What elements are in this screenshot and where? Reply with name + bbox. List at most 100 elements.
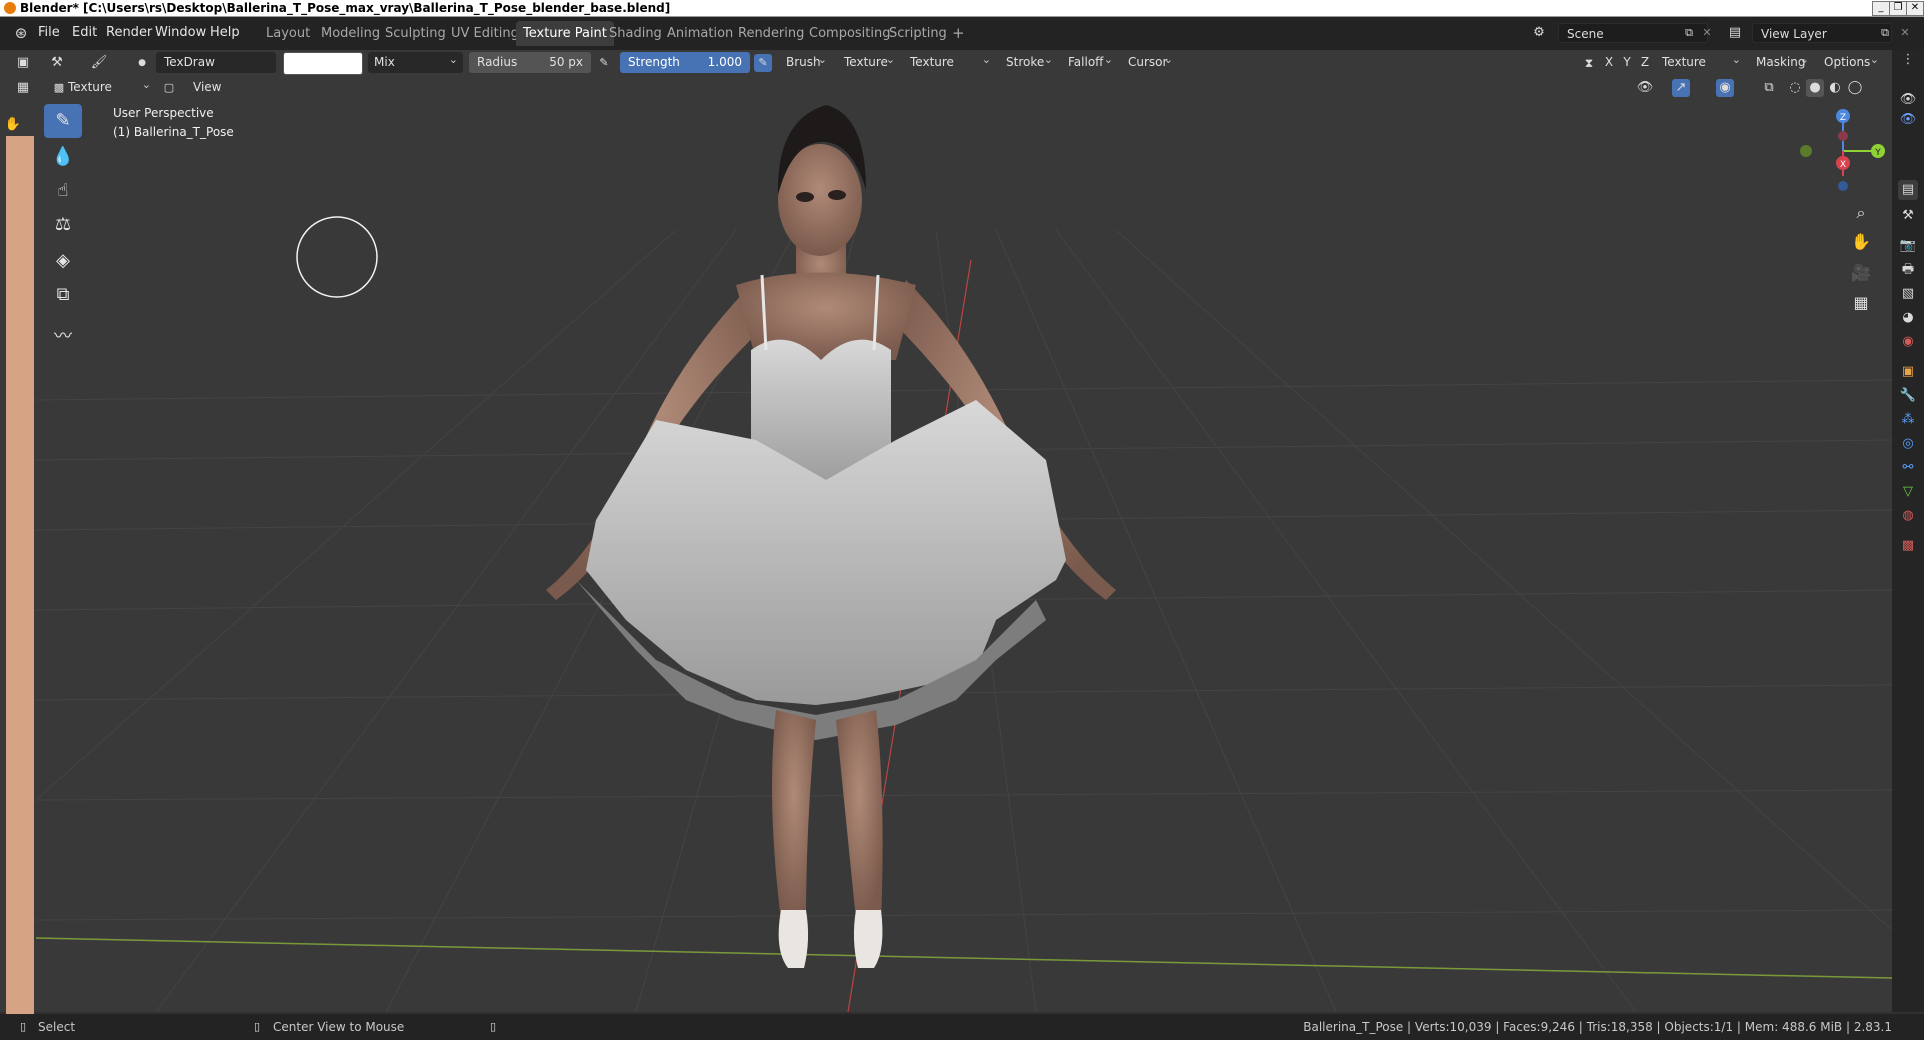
shading-solid-icon[interactable]: ● [1806,79,1824,97]
gizmo-neg-x-icon[interactable] [1838,131,1848,141]
cursor-menu[interactable]: Cursor [1122,49,1178,73]
masking-menu[interactable]: Masking [1750,49,1814,73]
render-tab-icon[interactable]: 📷 [1898,236,1918,256]
annotate-tool-icon[interactable]: 〰 [44,320,82,354]
brush-preview-icon[interactable]: ● [133,54,151,72]
minimize-icon[interactable]: _ [1872,1,1890,16]
tab-uv-editing[interactable]: UV Editing [444,21,526,46]
eye-active-icon[interactable]: 👁 [1898,110,1918,130]
brush-menu[interactable]: Brush [780,49,832,73]
tab-layout[interactable]: Layout [259,21,317,46]
radius-pressure-icon[interactable]: ✎ [595,54,613,72]
soften-tool-icon[interactable]: 💧 [44,140,82,174]
strength-slider[interactable]: Strength 1.000 [620,52,750,73]
menu-edit[interactable]: Edit [72,25,97,40]
brush-name-field[interactable]: TexDraw [156,52,276,73]
menu-window[interactable]: Window [155,25,206,40]
options-menu[interactable]: Options [1818,49,1884,73]
gizmo-neg-z-icon[interactable] [1838,181,1848,191]
perspective-label: User Perspective [113,106,214,120]
mode-dropdown[interactable]: Texture Paint [64,74,156,115]
strength-pressure-icon[interactable]: ✎ [754,54,772,72]
delete-view-layer-icon[interactable]: ✕ [1896,24,1914,42]
tab-modeling[interactable]: Modeling [314,21,387,46]
hand-icon[interactable]: ✋ [4,116,22,134]
view-layer-tab-icon[interactable]: ▧ [1898,284,1918,304]
view-layer-field[interactable]: View Layer [1752,23,1892,43]
constraints-tab-icon[interactable]: ⚯ [1898,458,1918,478]
texture-mask-menu[interactable]: Texture Mask [904,49,996,90]
scene-tab-icon[interactable]: ◕ [1898,308,1918,328]
smear-tool-icon[interactable]: ☝ [44,174,82,208]
camera-icon[interactable]: 🎥 [1848,260,1874,286]
new-scene-icon[interactable]: ⧉ [1680,24,1698,42]
symmetry-icon[interactable]: ⧗ [1580,54,1598,72]
tool-settings-icon[interactable]: ⚒ [48,54,66,72]
fill-tool-icon[interactable]: ◈ [44,244,82,278]
tab-rendering[interactable]: Rendering [731,21,811,46]
pan-hand-icon[interactable]: ✋ [1848,229,1874,255]
brush-color-swatch[interactable] [283,52,363,75]
shading-rendered-icon[interactable]: ◯ [1846,79,1864,97]
falloff-menu[interactable]: Falloff [1062,49,1118,73]
mirror-y-toggle[interactable]: Y [1620,52,1634,73]
delete-scene-icon[interactable]: ✕ [1698,24,1716,42]
editor-type-icon[interactable]: ▣ [14,54,32,72]
editor-type-icon[interactable]: ▦ [14,79,32,97]
tab-scripting[interactable]: Scripting [882,21,954,46]
world-tab-icon[interactable]: ◉ [1898,332,1918,352]
menu-help[interactable]: Help [210,25,240,40]
active-tool-tab-icon[interactable]: ▤ [1898,180,1918,200]
perspective-grid-icon[interactable]: ▦ [1848,290,1874,316]
mask-tool-icon[interactable]: ⧉ [44,278,82,312]
particles-tab-icon[interactable]: ⁂ [1898,410,1918,430]
strength-value: 1.000 [707,55,742,69]
navigation-gizmo[interactable]: Z Y X [1798,106,1888,196]
view-layer-icon[interactable]: ▤ [1726,24,1744,42]
draw-tool-icon[interactable]: ✎ [44,104,82,138]
mirror-x-toggle[interactable]: X [1602,52,1616,73]
gizmo-z-label: Z [1840,113,1846,123]
properties-editor-icon[interactable]: ⋮ [1898,50,1918,70]
menu-render[interactable]: Render [106,25,152,40]
physics-tab-icon[interactable]: ◎ [1898,434,1918,454]
paint-mask-icon[interactable]: ▢ [160,79,178,97]
texture-menu[interactable]: Texture [838,49,900,73]
tab-texture-paint[interactable]: Texture Paint [516,21,614,46]
tab-sculpting[interactable]: Sculpting [378,21,453,46]
3d-viewport[interactable]: User Perspective (1) Ballerina_T_Pose Z … [36,100,1892,1012]
restore-icon[interactable]: ❐ [1889,1,1907,16]
texture-tab-icon[interactable]: ▩ [1898,536,1918,556]
close-icon[interactable]: ✕ [1906,1,1924,16]
radius-slider[interactable]: Radius 50 px [469,52,591,73]
texture-slots-menu[interactable]: Texture Slots [1656,49,1746,90]
mirror-z-toggle[interactable]: Z [1638,52,1652,73]
eye-icon[interactable]: 👁 [1898,90,1918,110]
brush-icon[interactable]: 🖌 [90,54,108,72]
output-tab-icon[interactable]: 🖶 [1898,260,1918,280]
modifier-tab-icon[interactable]: 🔧 [1898,386,1918,406]
visibility-icon[interactable]: 👁 [1636,79,1654,97]
add-workspace-button[interactable]: + [945,21,972,46]
shading-wireframe-icon[interactable]: ◌ [1786,79,1804,97]
overlays-icon[interactable]: ◉ [1716,79,1734,97]
shading-material-icon[interactable]: ◐ [1826,79,1844,97]
object-tab-icon[interactable]: ▣ [1898,362,1918,382]
data-tab-icon[interactable]: ▽ [1898,482,1918,502]
tab-animation[interactable]: Animation [660,21,740,46]
menu-file[interactable]: File [38,25,60,40]
material-tab-icon[interactable]: ◍ [1898,506,1918,526]
zoom-icon[interactable]: ⌕ [1848,200,1874,226]
blend-mode-dropdown[interactable]: Mix [368,49,463,73]
blender-menu-icon[interactable]: ⊛ [12,24,30,42]
clone-tool-icon[interactable]: ⚖ [44,208,82,242]
new-view-layer-icon[interactable]: ⧉ [1876,24,1894,42]
tab-shading[interactable]: Shading [602,21,669,46]
scene-icon[interactable]: ⚙ [1530,24,1548,42]
stroke-menu[interactable]: Stroke [1000,49,1058,73]
view-menu[interactable]: View [193,77,221,98]
tool-tab-icon[interactable]: ⚒ [1898,206,1918,226]
gizmo-neg-y-icon[interactable] [1800,145,1812,157]
xray-icon[interactable]: ⧉ [1760,79,1778,97]
gizmo-icon[interactable]: ↗ [1672,79,1690,97]
